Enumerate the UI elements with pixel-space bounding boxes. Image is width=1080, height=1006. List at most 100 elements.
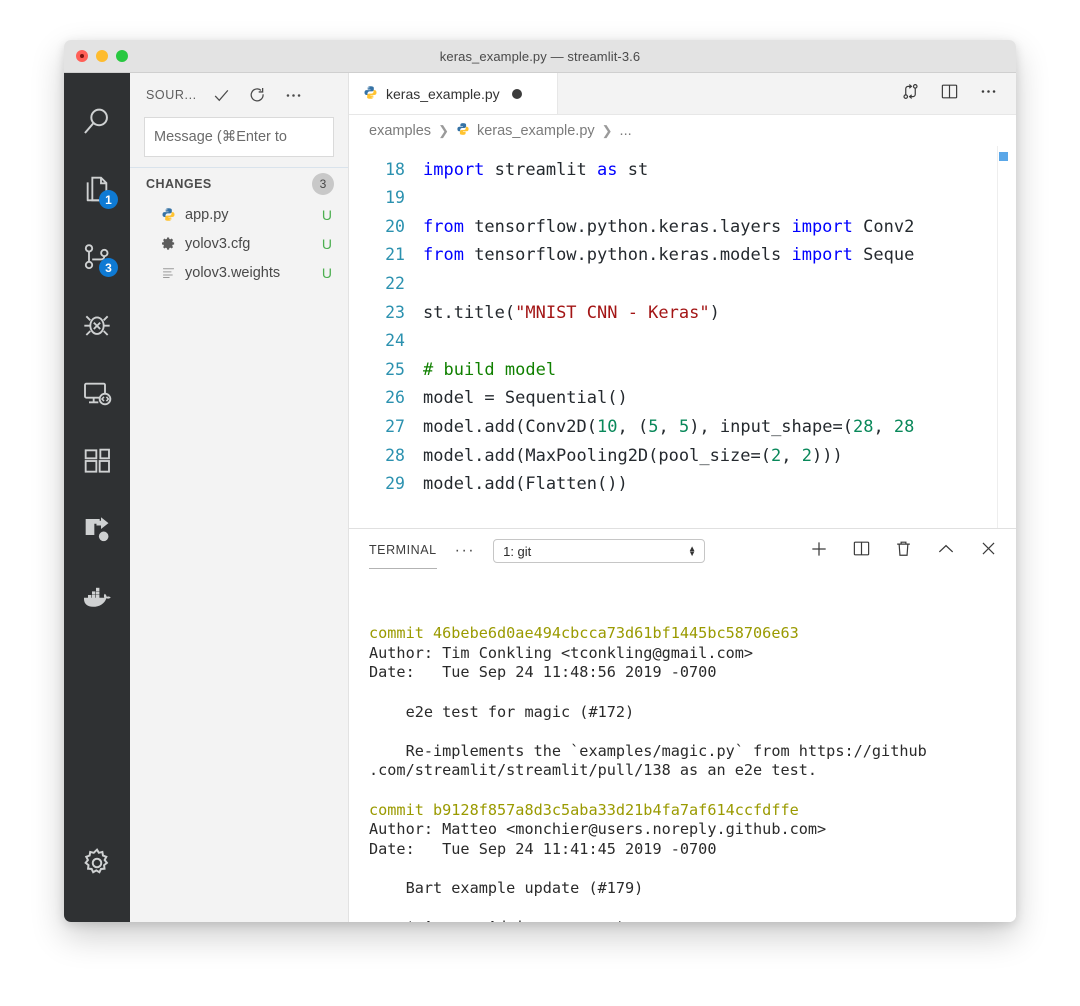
terminal-line	[369, 899, 996, 919]
line-content: model.add(Flatten())	[423, 470, 1016, 499]
kill-terminal-icon[interactable]	[894, 539, 913, 563]
editor-tab-keras-example[interactable]: keras_example.py	[349, 73, 558, 114]
split-terminal-icon[interactable]	[852, 539, 871, 563]
terminal-line: Date: Tue Sep 24 11:41:45 2019 -0700	[369, 840, 996, 860]
chevron-right-icon: ❯	[438, 123, 449, 139]
line-content: # build model	[423, 356, 1016, 385]
code-line: 21from tensorflow.python.keras.models im…	[349, 241, 1016, 270]
close-icon[interactable]	[979, 539, 998, 563]
line-number: 28	[349, 442, 423, 471]
panel-toolbar: TERMINAL ··· 1: git ▲▼	[349, 529, 1016, 573]
terminal-line: Date: Tue Sep 24 11:48:56 2019 -0700	[369, 663, 996, 683]
terminal-select-value: 1: git	[503, 544, 531, 559]
breadcrumb-item-file[interactable]: keras_example.py	[477, 123, 595, 139]
terminal-line: e2e test for magic (#172)	[369, 703, 996, 723]
minimize-window-button[interactable]	[96, 50, 108, 62]
line-content: model.add(Conv2D(10, (5, 5), input_shape…	[423, 413, 1016, 442]
code-line: 28model.add(MaxPooling2D(pool_size=(2, 2…	[349, 442, 1016, 471]
terminal-line: * As per Adrians request.	[369, 918, 996, 922]
terminal-line	[369, 859, 996, 879]
terminal-line	[369, 722, 996, 742]
python-icon	[363, 85, 378, 103]
code-line: 26model = Sequential()	[349, 384, 1016, 413]
terminal-output[interactable]: commit 46bebe6d0ae494cbcca73d61bf1445bc5…	[349, 573, 1016, 922]
chevron-up-icon[interactable]	[936, 539, 956, 564]
terminal-line: Author: Matteo <monchier@users.noreply.g…	[369, 820, 996, 840]
panel-actions	[809, 539, 998, 564]
chevron-right-icon: ❯	[602, 123, 613, 139]
line-content: model.add(MaxPooling2D(pool_size=(2, 2))…	[423, 442, 1016, 471]
commit-message-wrap: Message (⌘Enter to	[130, 117, 348, 157]
line-number: 26	[349, 384, 423, 413]
activity-item-debug[interactable]	[64, 291, 130, 359]
activity-item-manage[interactable]	[64, 829, 130, 897]
terminal-line: .com/streamlit/streamlit/pull/138 as an …	[369, 761, 996, 781]
file-name: app.py	[185, 207, 314, 223]
add-terminal-icon[interactable]	[809, 539, 829, 564]
activity-item-remote-explorer[interactable]	[64, 359, 130, 427]
editor-tabbar: keras_example.py	[349, 73, 1016, 115]
code-line: 24	[349, 327, 1016, 356]
line-content	[423, 327, 1016, 356]
list-item[interactable]: yolov3.weights U	[130, 258, 348, 287]
line-number: 20	[349, 213, 423, 242]
file-name: yolov3.cfg	[185, 236, 314, 252]
maximize-window-button[interactable]	[116, 50, 128, 62]
code-lines: 1718import streamlit as st1920from tenso…	[349, 146, 1016, 499]
terminal-select[interactable]: 1: git ▲▼	[493, 539, 705, 563]
panel-more-icon[interactable]: ···	[455, 542, 475, 560]
editor-tab-label: keras_example.py	[386, 86, 500, 102]
line-number: 25	[349, 356, 423, 385]
activity-item-extensions[interactable]	[64, 427, 130, 495]
file-status: U	[322, 207, 332, 223]
terminal-line: commit 46bebe6d0ae494cbcca73d61bf1445bc5…	[369, 624, 996, 644]
breadcrumb: examples ❯ keras_example.py ❯ ...	[349, 115, 1016, 146]
line-content: st.title("MNIST CNN - Keras")	[423, 299, 1016, 328]
code-editor[interactable]: 1718import streamlit as st1920from tenso…	[349, 146, 1016, 528]
refresh-icon[interactable]	[247, 84, 269, 106]
activity-item-live-share[interactable]	[64, 495, 130, 563]
screen: keras_example.py — streamlit-3.6	[0, 0, 1080, 1006]
code-line: 18import streamlit as st	[349, 156, 1016, 185]
line-content: model = Sequential()	[423, 384, 1016, 413]
split-editor-icon[interactable]	[940, 82, 959, 106]
line-number: 19	[349, 184, 423, 213]
line-number: 17	[349, 146, 423, 156]
line-number: 24	[349, 327, 423, 356]
code-line: 25# build model	[349, 356, 1016, 385]
changes-header[interactable]: CHANGES 3	[130, 168, 348, 200]
terminal-line: Author: Tim Conkling <tconkling@gmail.co…	[369, 644, 996, 664]
editor-more-icon[interactable]	[979, 82, 998, 106]
activity-item-docker[interactable]	[64, 563, 130, 631]
bottom-panel: TERMINAL ··· 1: git ▲▼	[349, 528, 1016, 922]
split-changes-icon[interactable]	[901, 82, 920, 106]
activity-item-search[interactable]	[64, 87, 130, 155]
commit-message-input[interactable]: Message (⌘Enter to	[144, 117, 334, 157]
sidebar-more-icon[interactable]	[283, 84, 305, 106]
list-item[interactable]: yolov3.cfg U	[130, 229, 348, 258]
sidebar-title: SOUR...	[146, 88, 197, 102]
line-content: import streamlit as st	[423, 156, 1016, 185]
line-content: from tensorflow.python.keras.models impo…	[423, 241, 1016, 270]
list-item[interactable]: app.py U	[130, 200, 348, 229]
breadcrumb-item-symbol[interactable]: ...	[620, 123, 632, 139]
line-number: 22	[349, 270, 423, 299]
explorer-badge: 1	[99, 190, 118, 209]
code-line: 17	[349, 146, 1016, 156]
chevron-updown-icon: ▲▼	[688, 546, 696, 556]
terminal-line: Re-implements the `examples/magic.py` fr…	[369, 742, 996, 762]
line-content	[423, 146, 1016, 156]
terminal-line	[369, 683, 996, 703]
close-window-button[interactable]	[76, 50, 88, 62]
gear-icon	[80, 846, 114, 880]
breadcrumb-item-examples[interactable]: examples	[369, 123, 431, 139]
code-line: 22	[349, 270, 1016, 299]
activity-item-source-control[interactable]: 3	[64, 223, 130, 291]
unsaved-indicator-icon[interactable]	[512, 89, 522, 99]
search-icon	[80, 104, 114, 138]
gear-file-icon	[160, 235, 177, 252]
tab-terminal[interactable]: TERMINAL	[369, 543, 437, 560]
commit-check-icon[interactable]	[211, 84, 233, 106]
code-line: 19	[349, 184, 1016, 213]
activity-item-explorer[interactable]: 1	[64, 155, 130, 223]
